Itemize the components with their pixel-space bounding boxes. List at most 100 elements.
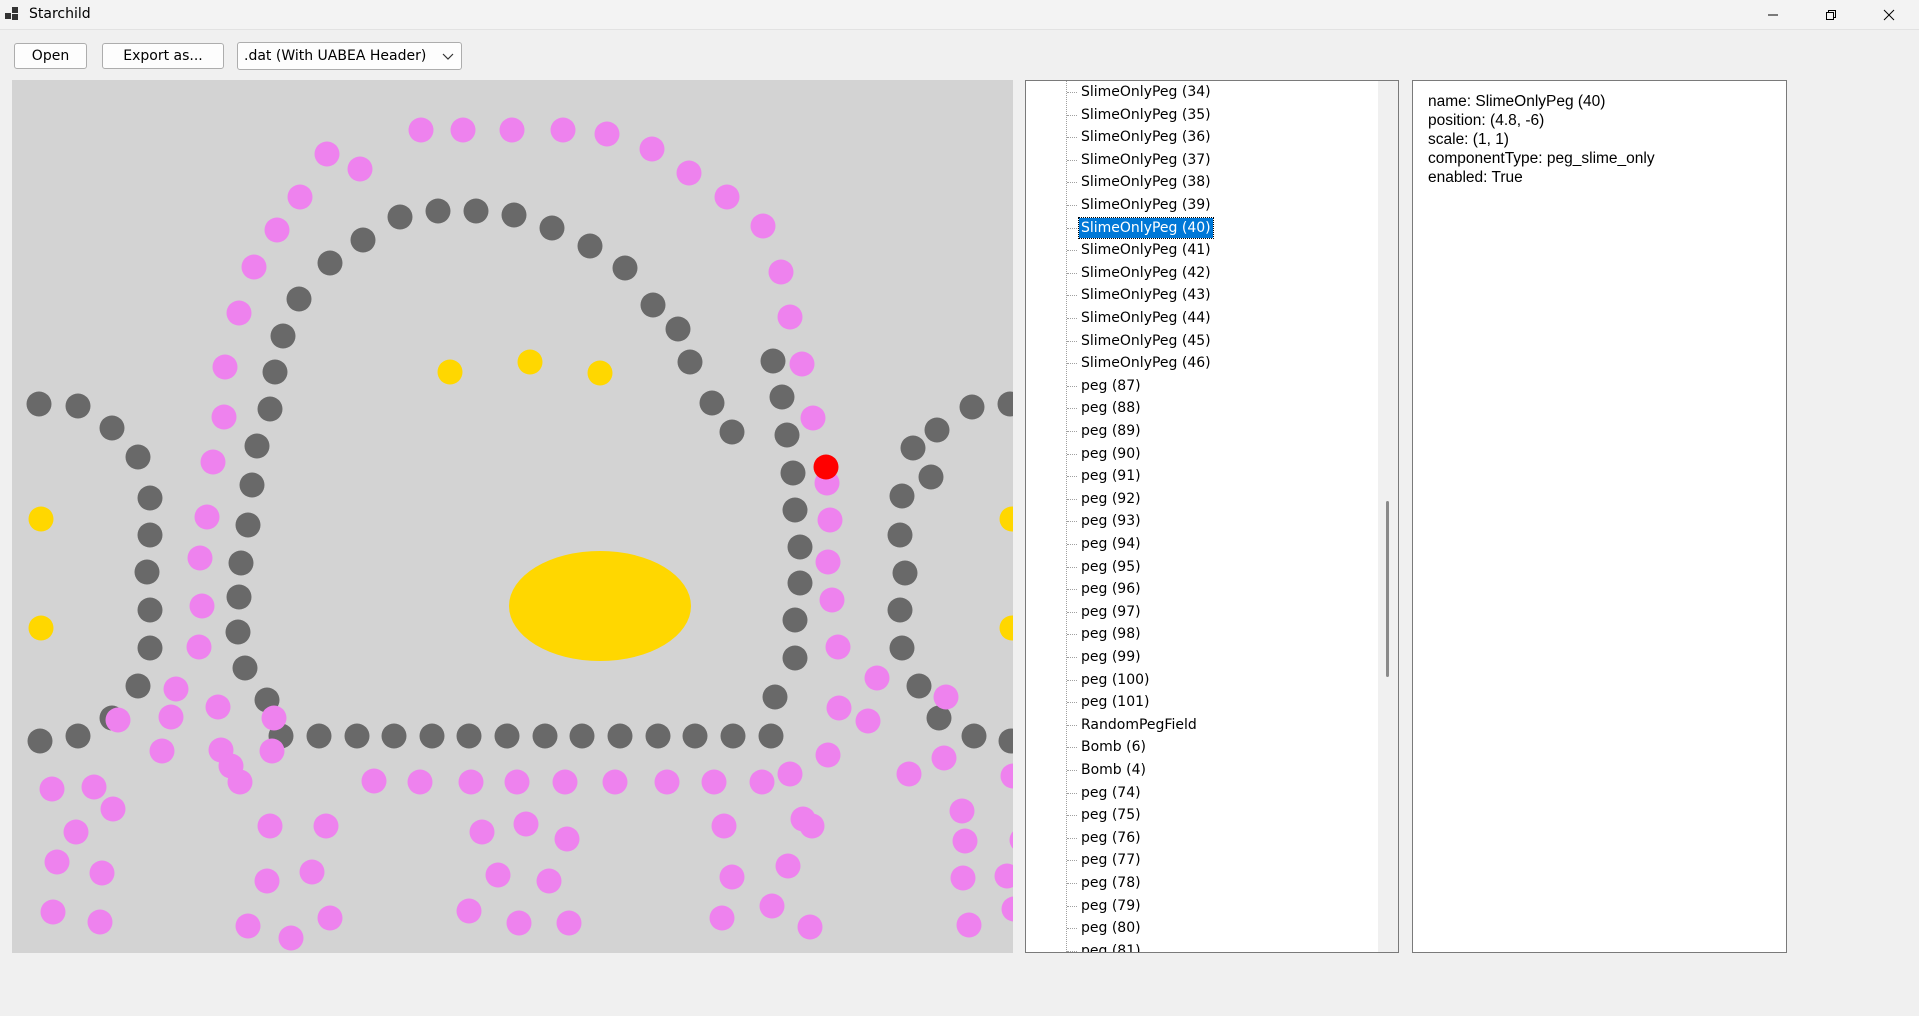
slime-only-peg[interactable] <box>450 117 476 143</box>
slime-only-peg[interactable] <box>407 769 433 795</box>
slime-only-peg[interactable] <box>63 819 89 845</box>
peg-gray[interactable] <box>244 433 270 459</box>
tree-item[interactable]: peg (97) <box>1067 602 1143 622</box>
slime-only-peg[interactable] <box>676 160 702 186</box>
slime-only-peg[interactable] <box>602 769 628 795</box>
peg-gray[interactable] <box>262 359 288 385</box>
peg-gray[interactable] <box>270 323 296 349</box>
tree-item[interactable]: peg (93) <box>1067 511 1143 531</box>
peg-gray[interactable] <box>769 384 795 410</box>
peg-gray[interactable] <box>228 550 254 576</box>
peg-gray[interactable] <box>225 619 251 645</box>
tree-item[interactable]: SlimeOnlyPeg (34) <box>1067 82 1213 102</box>
slime-only-peg[interactable] <box>639 136 665 162</box>
slime-only-peg[interactable] <box>777 761 803 787</box>
selected-peg[interactable] <box>813 454 839 480</box>
tree-list[interactable]: SlimeOnlyPeg (34) SlimeOnlyPeg (35) SlimeO… <box>1026 81 1378 952</box>
tree-item[interactable]: SlimeOnlyPeg (38) <box>1067 172 1213 192</box>
peg-gray[interactable] <box>350 227 376 253</box>
slime-only-peg[interactable] <box>278 925 304 951</box>
peg-gray[interactable] <box>137 597 163 623</box>
slime-only-peg[interactable] <box>241 254 267 280</box>
slime-only-peg[interactable] <box>513 811 539 837</box>
peg-gray[interactable] <box>607 723 633 749</box>
slime-only-peg[interactable] <box>87 909 113 935</box>
slime-only-peg[interactable] <box>361 768 387 794</box>
tree-item[interactable]: SlimeOnlyPeg (46) <box>1067 353 1213 373</box>
slime-only-peg[interactable] <box>1000 763 1014 789</box>
tree-item[interactable]: SlimeOnlyPeg (41) <box>1067 240 1213 260</box>
peg-gray[interactable] <box>906 673 932 699</box>
peg-gray[interactable] <box>317 250 343 276</box>
slime-only-peg[interactable] <box>950 865 976 891</box>
tree-item[interactable]: peg (88) <box>1067 398 1143 418</box>
slime-only-peg[interactable] <box>40 899 66 925</box>
tree-item[interactable]: SlimeOnlyPeg (39) <box>1067 195 1213 215</box>
minimize-button[interactable] <box>1744 0 1802 29</box>
peg-gray[interactable] <box>892 560 918 586</box>
slime-only-peg[interactable] <box>815 549 841 575</box>
slime-only-peg[interactable] <box>701 769 727 795</box>
slime-only-peg[interactable] <box>317 905 343 931</box>
slime-only-peg[interactable] <box>39 776 65 802</box>
peg-gray[interactable] <box>125 673 151 699</box>
tree-item-selected[interactable]: SlimeOnlyPeg (40) <box>1067 216 1214 239</box>
slime-only-peg[interactable] <box>896 761 922 787</box>
peg-gray[interactable] <box>381 723 407 749</box>
peg-gray[interactable] <box>720 723 746 749</box>
tree-item[interactable]: peg (96) <box>1067 579 1143 599</box>
peg-gray[interactable] <box>137 635 163 661</box>
peg-gray[interactable] <box>286 286 312 312</box>
slime-only-peg[interactable] <box>952 828 978 854</box>
tree-item[interactable]: peg (100) <box>1066 670 1151 690</box>
peg-gray[interactable] <box>997 391 1014 417</box>
peg-gray[interactable] <box>762 684 788 710</box>
peg-gray[interactable] <box>961 723 987 749</box>
peg-gray[interactable] <box>226 584 252 610</box>
tree-item[interactable]: peg (87) <box>1067 376 1143 396</box>
tree-item[interactable]: Bomb (4) <box>1067 760 1148 780</box>
peg-gray[interactable] <box>456 723 482 749</box>
slime-only-peg[interactable] <box>187 545 213 571</box>
peg-gray[interactable] <box>27 728 53 754</box>
slime-only-peg[interactable] <box>81 774 107 800</box>
slime-only-peg[interactable] <box>212 354 238 380</box>
tree-item[interactable]: peg (76) <box>1067 828 1143 848</box>
peg-gray[interactable] <box>425 198 451 224</box>
peg-gray[interactable] <box>889 635 915 661</box>
slime-only-peg[interactable] <box>205 694 231 720</box>
slime-only-peg[interactable] <box>933 684 959 710</box>
peg-gray[interactable] <box>887 597 913 623</box>
peg-gray[interactable] <box>998 728 1014 754</box>
peg-gray[interactable] <box>306 723 332 749</box>
slime-only-peg[interactable] <box>299 859 325 885</box>
tree-item[interactable]: peg (74) <box>1067 783 1143 803</box>
peg-gray[interactable] <box>924 417 950 443</box>
tree-item[interactable]: RandomPegField <box>1067 715 1199 735</box>
slime-only-peg[interactable] <box>709 905 735 931</box>
slime-only-peg[interactable] <box>264 217 290 243</box>
open-button[interactable]: Open <box>14 43 87 69</box>
slime-only-peg[interactable] <box>949 798 975 824</box>
tree-item[interactable]: Bomb (6) <box>1067 737 1148 757</box>
peg-gray[interactable] <box>532 723 558 749</box>
tree-item[interactable]: SlimeOnlyPeg (36) <box>1067 127 1213 147</box>
peg-yellow[interactable] <box>517 349 543 375</box>
tree-item[interactable]: peg (98) <box>1067 624 1143 644</box>
peg-gray[interactable] <box>569 723 595 749</box>
slime-only-peg[interactable] <box>931 745 957 771</box>
peg-gray[interactable] <box>344 723 370 749</box>
peg-gray[interactable] <box>887 522 913 548</box>
slime-only-peg[interactable] <box>550 117 576 143</box>
slime-only-peg[interactable] <box>594 121 620 147</box>
slime-only-peg[interactable] <box>458 769 484 795</box>
peg-gray[interactable] <box>463 198 489 224</box>
tree-item[interactable]: SlimeOnlyPeg (45) <box>1067 331 1213 351</box>
slime-only-peg[interactable] <box>506 910 532 936</box>
tree-item[interactable]: peg (91) <box>1067 466 1143 486</box>
slime-only-peg[interactable] <box>654 769 680 795</box>
peg-gray[interactable] <box>677 349 703 375</box>
export-button[interactable]: Export as... <box>102 43 224 69</box>
tree-item[interactable]: SlimeOnlyPeg (35) <box>1067 105 1213 125</box>
slime-only-peg[interactable] <box>314 141 340 167</box>
